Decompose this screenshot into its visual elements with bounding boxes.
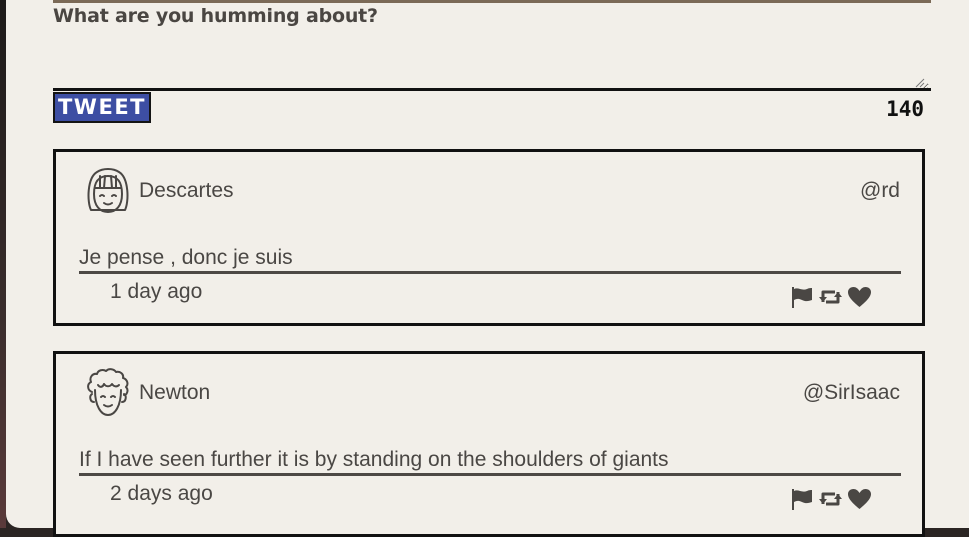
tweet-text: Je pense , donc je suis [79,245,901,274]
author-name[interactable]: Descartes [139,179,234,203]
textarea-resize-handle[interactable] [913,76,925,88]
tweet-actions [789,487,872,511]
tweet-card: Newton @SirIsaac If I have seen further … [53,351,925,537]
composer-divider [53,88,931,91]
char-counter: 140 [886,97,924,121]
flag-icon[interactable] [789,285,814,309]
tweet-timestamp: 2 days ago [110,482,213,505]
tweet-text: If I have seen further it is by standing… [79,447,901,476]
retweet-icon[interactable] [818,285,843,309]
author-handle[interactable]: @SirIsaac [803,381,900,405]
flag-icon[interactable] [789,487,814,511]
author-name[interactable]: Newton [139,381,210,405]
retweet-icon[interactable] [818,487,843,511]
curly-hair-face-icon [87,368,129,416]
top-band [53,0,931,3]
tweet-button[interactable]: TWEET [53,92,151,123]
tweet-actions [789,285,872,309]
author-handle[interactable]: @rd [860,179,900,203]
main-panel: What are you humming about? TWEET 140 De… [6,0,969,537]
tweet-timestamp: 1 day ago [110,280,203,303]
composer-prompt-label: What are you humming about? [53,5,378,27]
girl-face-icon [87,168,129,213]
heart-icon[interactable] [847,285,872,309]
tweet-textarea[interactable] [53,28,929,92]
heart-icon[interactable] [847,487,872,511]
tweet-card: Descartes @rd Je pense , donc je suis 1 … [53,149,925,326]
